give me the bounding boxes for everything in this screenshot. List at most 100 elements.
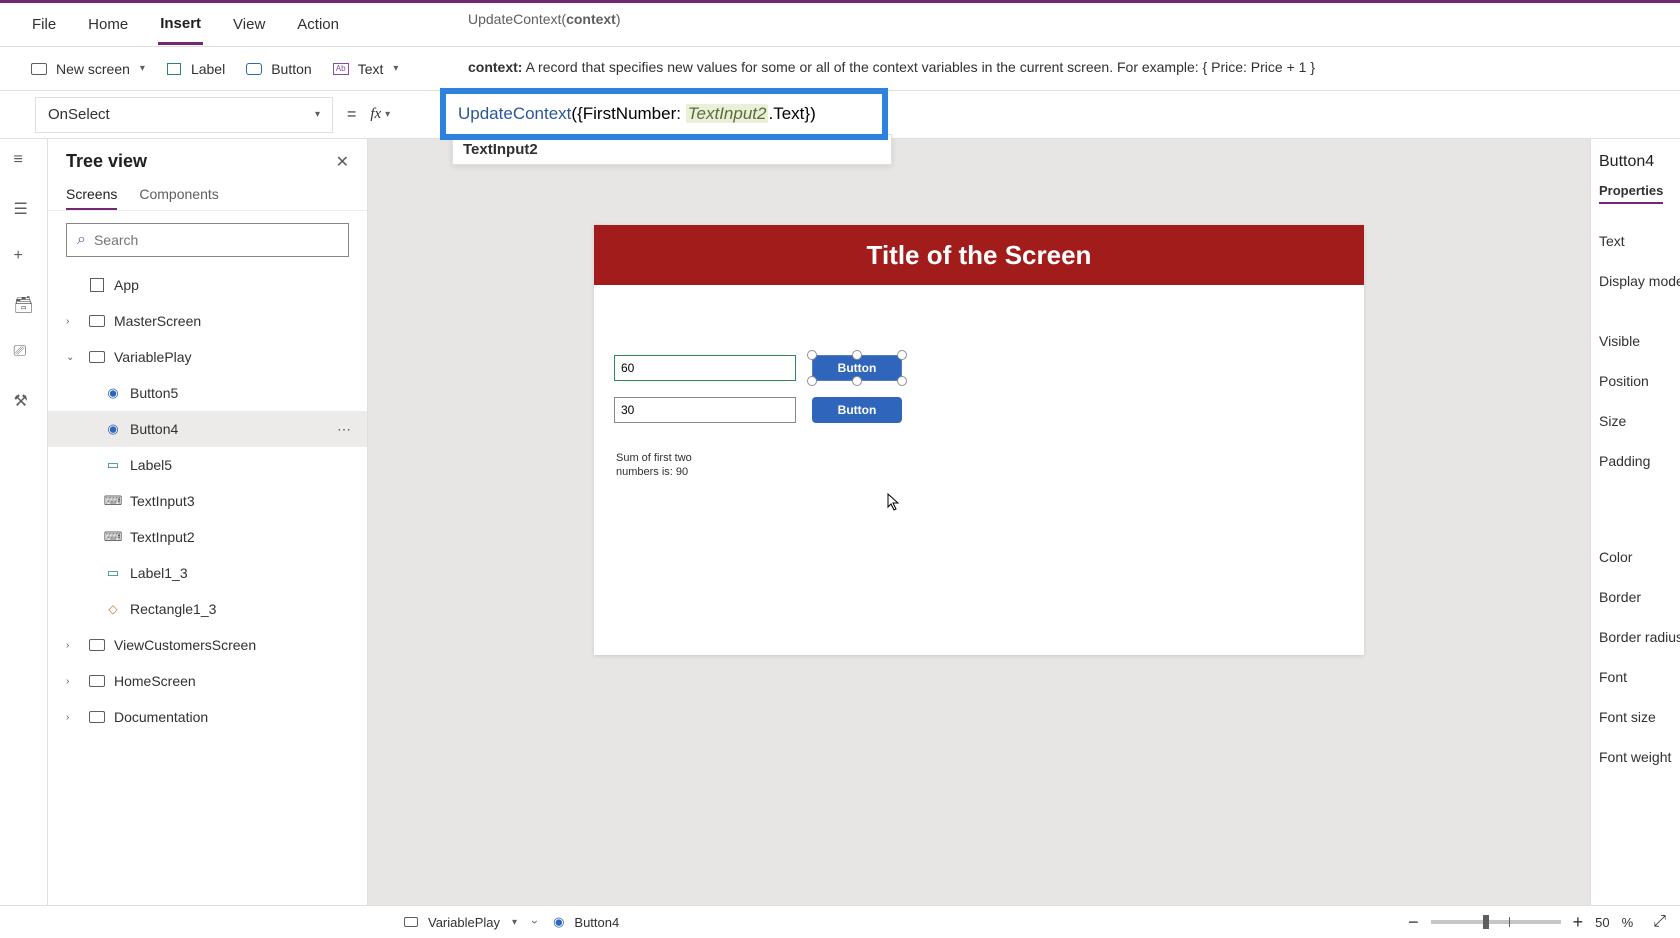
tree-node-variable[interactable]: ⌄ VariablePlay <box>48 339 367 375</box>
menu-bar: File Home Insert View Action UpdateConte… <box>0 3 1680 47</box>
button-text: Button <box>271 61 311 77</box>
tree-label: Label5 <box>130 457 172 473</box>
property-select-value: OnSelect <box>48 106 110 123</box>
prop-visible[interactable]: Visible <box>1599 324 1672 358</box>
selection-handle[interactable] <box>852 376 862 386</box>
selection-handle[interactable] <box>897 376 907 386</box>
tab-components[interactable]: Components <box>139 180 218 210</box>
prop-size[interactable]: Size <box>1599 404 1672 438</box>
chevron-right-icon[interactable]: › <box>66 640 80 651</box>
chevron-down-icon[interactable]: ▾ <box>385 109 390 120</box>
properties-panel: Button4 Properties Text Display mode Vis… <box>1590 139 1680 905</box>
ellipsis-icon[interactable]: ⋯ <box>337 421 351 438</box>
menu-action[interactable]: Action <box>295 6 341 43</box>
menu-file[interactable]: File <box>30 6 58 43</box>
zoom-slider[interactable] <box>1431 920 1561 924</box>
rectangle-icon: ◇ <box>104 602 122 616</box>
formula-bar: OnSelect ▾ = fx ▾ UpdateContext({FirstNu… <box>0 91 1680 139</box>
tree-label: Label1_3 <box>130 565 188 581</box>
hamburger-icon[interactable]: ≡ <box>14 151 34 171</box>
tree-label: ViewCustomersScreen <box>114 637 256 653</box>
close-icon[interactable]: ✕ <box>336 152 349 172</box>
selected-control-name: Button4 <box>1599 153 1672 171</box>
selection-handle[interactable] <box>807 376 817 386</box>
prop-position[interactable]: Position <box>1599 364 1672 398</box>
zoom-in-button[interactable]: + <box>1573 912 1584 933</box>
prop-fontsize[interactable]: Font size <box>1599 700 1672 734</box>
tree-label: TextInput2 <box>130 529 195 545</box>
breadcrumb-screen[interactable]: VariablePlay <box>428 915 500 930</box>
prop-color[interactable]: Color <box>1599 540 1672 574</box>
insert-text-button[interactable]: Ab Text ▾ <box>332 61 399 77</box>
property-select[interactable]: OnSelect ▾ <box>35 97 333 133</box>
data-icon[interactable]: 🗃 <box>14 295 34 315</box>
menu-home[interactable]: Home <box>86 6 130 43</box>
label-text: Label <box>191 61 225 77</box>
screen-icon <box>404 917 418 927</box>
tree-title: Tree view <box>66 151 147 172</box>
zoom-thumb[interactable] <box>1483 915 1489 929</box>
equals-sign: = <box>347 106 356 124</box>
media-icon[interactable]: ⎚ <box>14 343 34 363</box>
label-icon: ▭ <box>104 565 122 581</box>
fit-to-window-icon[interactable]: ⤢ <box>1653 913 1666 931</box>
prop-border[interactable]: Border <box>1599 580 1672 614</box>
tree-node-rectangle1-3[interactable]: ◇ Rectangle1_3 <box>48 591 367 627</box>
selection-handle[interactable] <box>807 350 817 360</box>
status-bar: VariablePlay ▾ › ◉ Button4 − + 50 % ⤢ <box>0 905 1680 938</box>
prop-text[interactable]: Text <box>1599 224 1672 258</box>
tab-properties[interactable]: Properties <box>1599 183 1663 204</box>
insert-button-button[interactable]: Button <box>245 61 311 77</box>
tree-node-textinput3[interactable]: ⌨ TextInput3 <box>48 483 367 519</box>
prop-padding[interactable]: Padding <box>1599 444 1672 478</box>
tree-node-textinput2[interactable]: ⌨ TextInput2 <box>48 519 367 555</box>
chevron-right-icon[interactable]: › <box>66 712 80 723</box>
tree-view-icon[interactable]: ☰ <box>14 199 34 219</box>
tab-screens[interactable]: Screens <box>66 180 117 210</box>
breadcrumb-control[interactable]: Button4 <box>574 915 619 930</box>
tree-node-app[interactable]: App <box>48 267 367 303</box>
text-icon: Ab <box>333 63 349 75</box>
menu-view[interactable]: View <box>231 6 267 43</box>
menu-insert[interactable]: Insert <box>158 5 203 45</box>
button-icon <box>246 63 262 75</box>
chevron-right-icon[interactable]: › <box>66 316 80 327</box>
prop-font[interactable]: Font <box>1599 660 1672 694</box>
tools-icon[interactable]: ⚒ <box>14 391 34 411</box>
insert-label-button[interactable]: Label <box>165 61 225 77</box>
chevron-right-icon[interactable]: › <box>66 676 80 687</box>
zoom-tick <box>1509 917 1510 927</box>
zoom-out-button[interactable]: − <box>1408 912 1419 933</box>
search-input[interactable] <box>94 232 338 248</box>
chevron-down-icon[interactable]: ▾ <box>512 917 517 928</box>
tree-label: Button5 <box>130 385 178 401</box>
textinput-icon: ⌨ <box>104 493 122 509</box>
prop-displaymode[interactable]: Display mode <box>1599 264 1672 298</box>
tree-node-master[interactable]: › MasterScreen <box>48 303 367 339</box>
formula-input-highlight[interactable]: UpdateContext({FirstNumber: TextInput2.T… <box>440 88 888 140</box>
tree-node-documentation[interactable]: › Documentation <box>48 699 367 735</box>
canvas-textinput3[interactable] <box>614 355 796 381</box>
chevron-down-icon[interactable]: ⌄ <box>66 352 80 363</box>
tree-node-viewcustomers[interactable]: › ViewCustomersScreen <box>48 627 367 663</box>
tree-node-button4[interactable]: ◉ Button4 ⋯ <box>48 411 367 447</box>
zoom-controls: − + 50 % ⤢ <box>1408 912 1666 933</box>
tree-search[interactable]: ⌕ <box>66 223 349 257</box>
selection-handle[interactable] <box>852 350 862 360</box>
insert-icon[interactable]: + <box>14 247 34 267</box>
tree-node-label1-3[interactable]: ▭ Label1_3 <box>48 555 367 591</box>
new-screen-button[interactable]: New screen ▾ <box>30 61 145 77</box>
canvas-textinput2[interactable] <box>614 397 796 423</box>
tree-node-homescreen[interactable]: › HomeScreen <box>48 663 367 699</box>
selection-handle[interactable] <box>897 350 907 360</box>
prop-borderradius[interactable]: Border radius <box>1599 620 1672 654</box>
prop-fontweight[interactable]: Font weight <box>1599 740 1672 774</box>
canvas-area[interactable]: Title of the Screen Button Button Sum of… <box>368 139 1590 905</box>
label-icon: ▭ <box>104 457 122 473</box>
textinput-icon: ⌨ <box>104 529 122 545</box>
context-hint: context: A record that specifies new val… <box>468 59 1315 75</box>
screen-canvas[interactable]: Title of the Screen Button Button Sum of… <box>594 225 1364 655</box>
tree-node-label5[interactable]: ▭ Label5 <box>48 447 367 483</box>
canvas-button5[interactable]: Button <box>812 397 902 423</box>
tree-node-button5[interactable]: ◉ Button5 <box>48 375 367 411</box>
